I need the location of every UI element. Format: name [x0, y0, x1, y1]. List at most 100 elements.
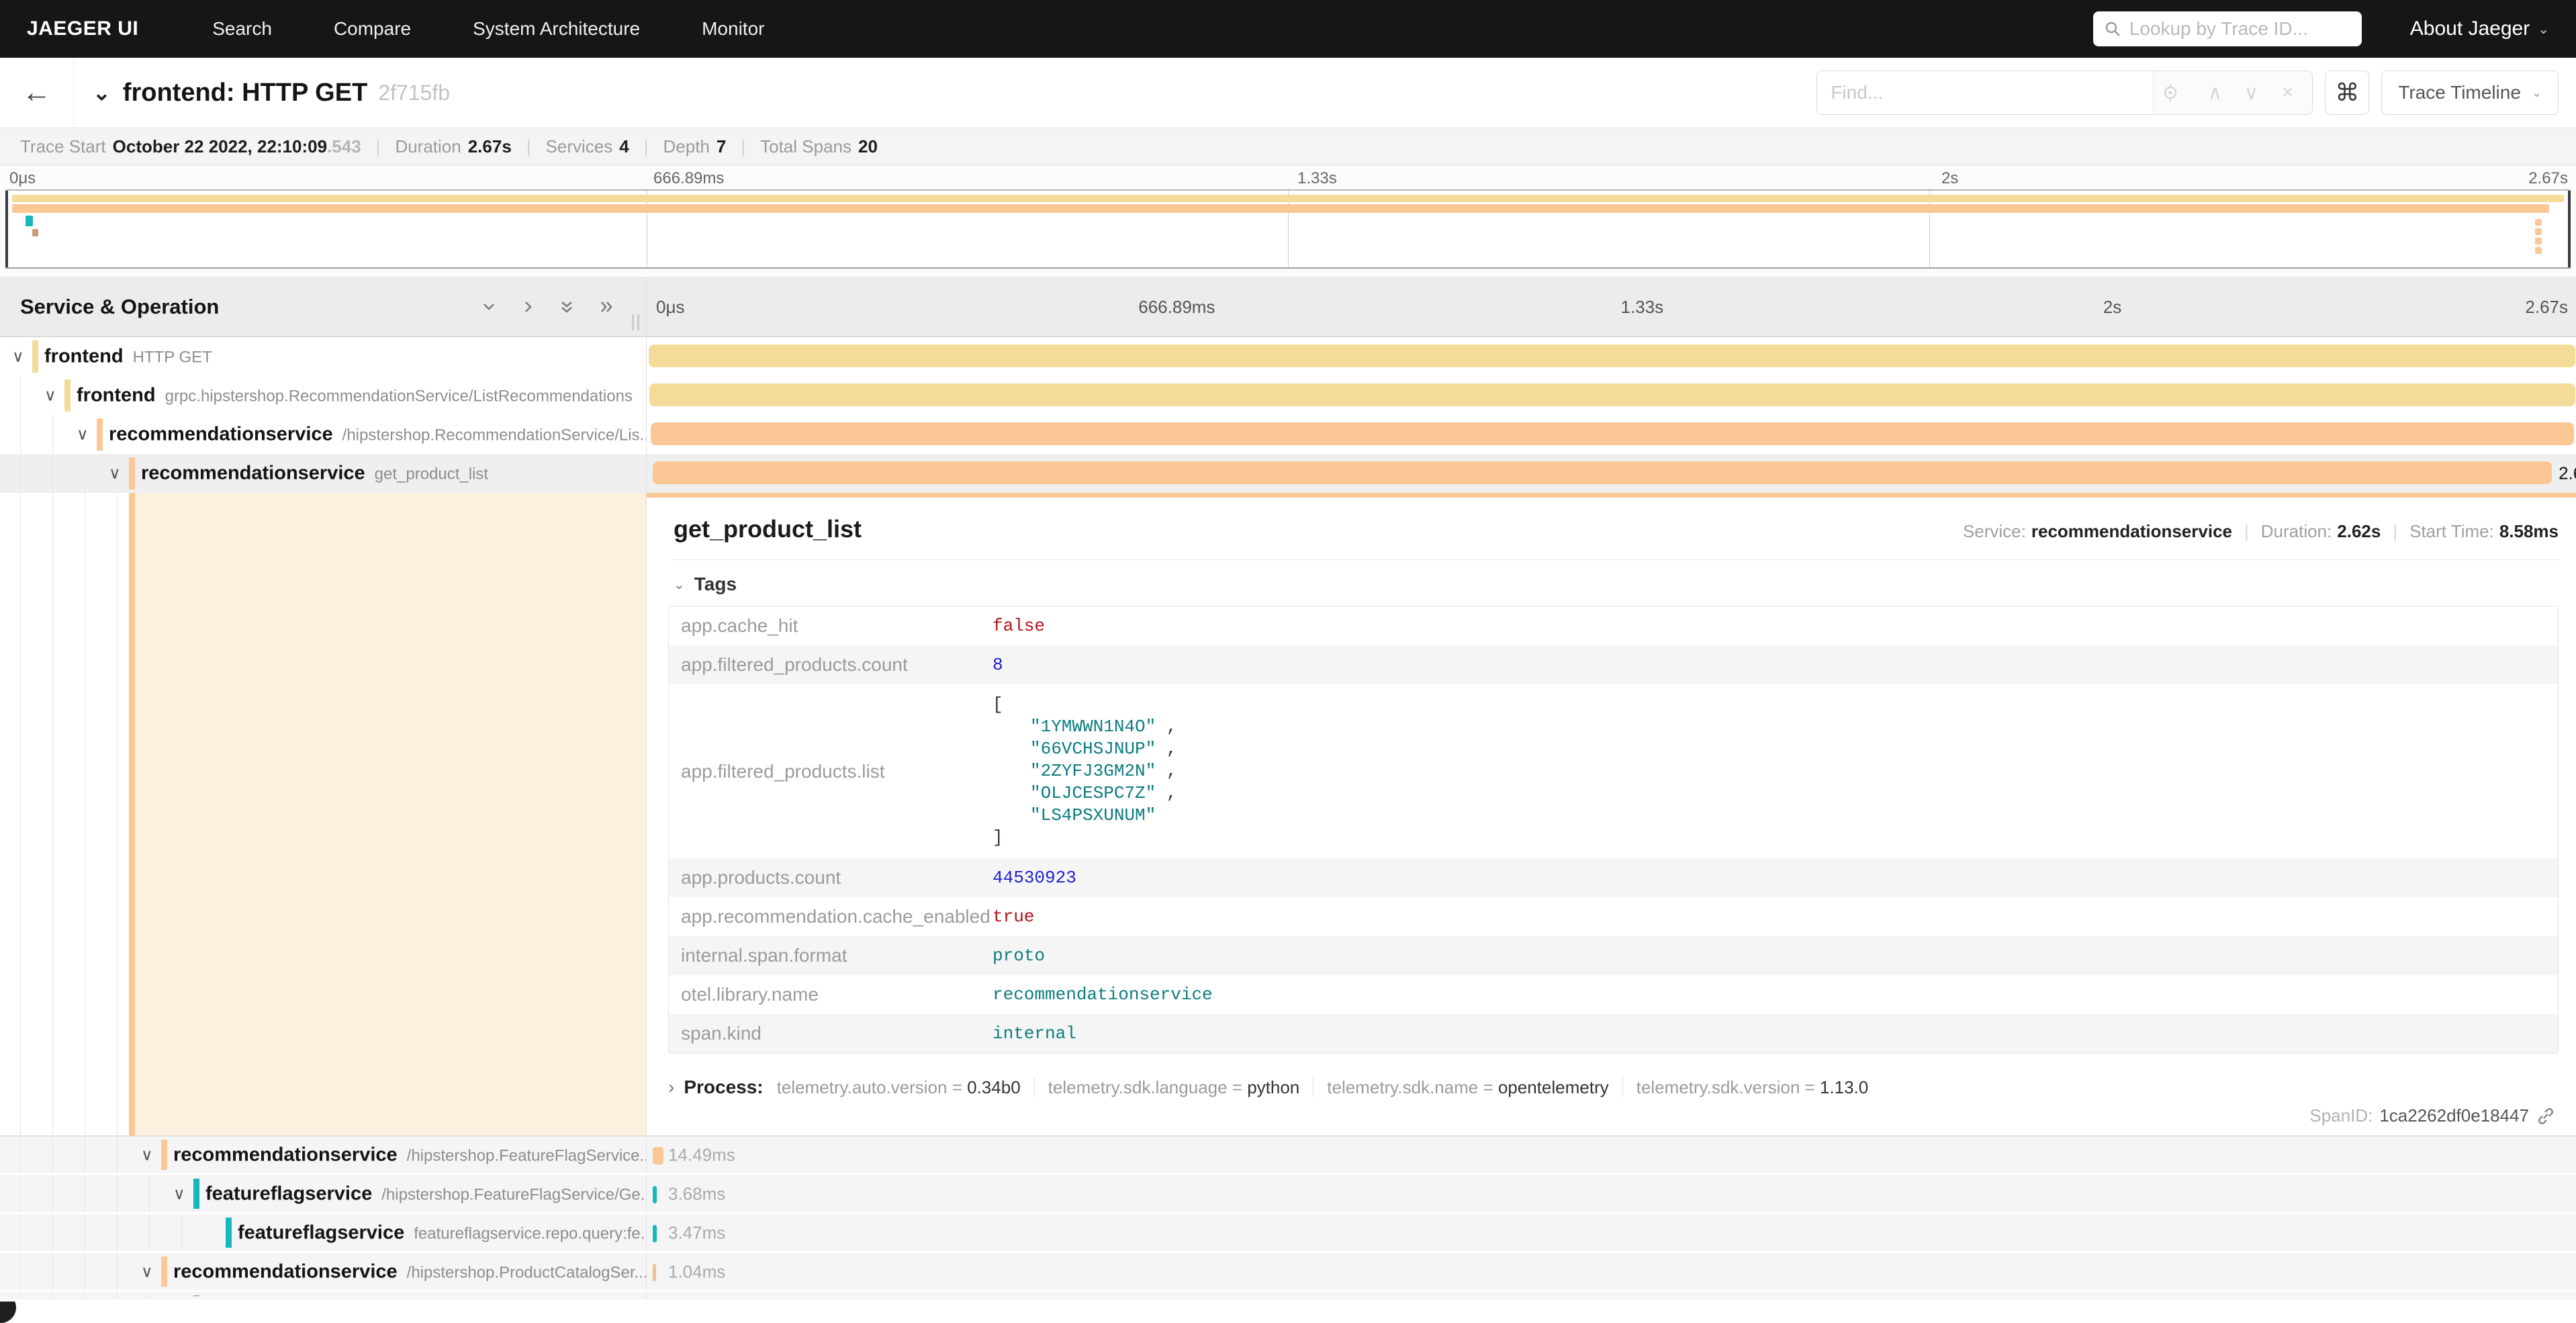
span-row-name-column[interactable] — [0, 1292, 647, 1299]
trace-view-select[interactable]: Trace Timeline ⌄ — [2381, 71, 2559, 115]
keyboard-shortcuts-button[interactable]: ⌘ — [2325, 71, 2369, 115]
minimap-canvas[interactable] — [5, 189, 2571, 269]
tag-row[interactable]: app.filtered_products.count8 — [669, 645, 2558, 684]
indent-guide — [52, 1253, 53, 1290]
nav-item-system-architecture[interactable]: System Architecture — [473, 18, 640, 40]
find-prev-icon[interactable]: ∧ — [2197, 81, 2233, 105]
service-color-bar — [97, 418, 103, 451]
span-row-timeline[interactable]: 3.68ms — [647, 1175, 2576, 1212]
trace-id-search[interactable] — [2093, 11, 2362, 46]
link-icon[interactable] — [2536, 1106, 2556, 1126]
span-row-label: featureflagservicefeatureflagservice.rep… — [238, 1222, 647, 1244]
span-row-name-column[interactable]: ∨frontendHTTP GET — [0, 337, 647, 376]
chevron-down-icon[interactable]: ∨ — [44, 386, 56, 406]
chevron-down-icon[interactable]: ∨ — [141, 1145, 153, 1165]
summary-label: Depth — [663, 136, 710, 157]
span-row-timeline[interactable] — [647, 415, 2576, 454]
minimap-span — [32, 229, 38, 236]
indent-guide — [117, 493, 118, 1136]
span-row[interactable] — [0, 1292, 2576, 1302]
chevron-down-icon[interactable]: ∨ — [12, 347, 24, 367]
process-row[interactable]: ›Process:telemetry.auto.version = 0.34b0… — [668, 1077, 2559, 1098]
chevron-down-icon[interactable]: ∨ — [141, 1262, 153, 1281]
span-row-timeline[interactable] — [647, 376, 2576, 415]
span-row-name-column[interactable]: ∨frontendgrpc.hipstershop.Recommendation… — [0, 376, 647, 415]
collapse-all-icon[interactable] — [557, 298, 576, 316]
span-row[interactable]: ∨recommendationservice/hipstershop.Produ… — [0, 1253, 2576, 1292]
collapse-trace-chevron-icon[interactable]: ⌄ — [93, 80, 111, 105]
span-row-name-column[interactable]: ∨recommendationservice/hipstershop.Recom… — [0, 415, 647, 454]
trace-id-search-input[interactable] — [2129, 18, 2351, 40]
indent-guide — [117, 1175, 118, 1212]
separator: | — [526, 136, 531, 157]
span-row-timeline[interactable] — [647, 1292, 2576, 1299]
chevron-down-icon: ⌄ — [2532, 86, 2542, 100]
tag-row[interactable]: app.recommendation.cache_enabledtrue — [669, 897, 2558, 936]
span-row-name-column[interactable]: featureflagservicefeatureflagservice.rep… — [0, 1214, 647, 1251]
meta-label: Start Time: — [2409, 521, 2494, 542]
tag-row[interactable]: otel.library.namerecommendationservice — [669, 975, 2558, 1014]
span-row-name-column[interactable]: ∨featureflagservice/hipstershop.FeatureF… — [0, 1175, 647, 1212]
back-button[interactable]: ← — [0, 58, 74, 128]
list-bracket: [ — [993, 694, 1177, 716]
span-row-timeline[interactable]: 1.04ms — [647, 1253, 2576, 1290]
find-clear-icon[interactable]: × — [2269, 81, 2305, 104]
span-row[interactable]: ∨frontendHTTP GET — [0, 337, 2576, 376]
span-bar[interactable] — [653, 1186, 657, 1203]
span-bar[interactable] — [653, 1225, 657, 1242]
nav-item-monitor[interactable]: Monitor — [702, 18, 764, 40]
find-input[interactable] — [1817, 71, 2153, 114]
detail-divider — [674, 559, 2559, 560]
minimap-span — [2535, 228, 2542, 235]
expand-one-icon[interactable] — [518, 298, 537, 316]
tags-table: app.cache_hitfalseapp.filtered_products.… — [668, 606, 2559, 1054]
find-next-icon[interactable]: ∨ — [2233, 81, 2269, 105]
tags-section-header[interactable]: ⌄ Tags — [647, 574, 2576, 595]
chevron-down-icon[interactable]: ∨ — [173, 1184, 185, 1203]
span-bar[interactable] — [653, 1147, 663, 1165]
span-row-timeline[interactable]: 2.62s — [647, 454, 2576, 493]
span-row-name-column[interactable]: ∨recommendationserviceget_product_list — [0, 454, 647, 493]
about-jaeger-menu[interactable]: About Jaeger ⌄ — [2410, 17, 2549, 40]
operation-name: /hipstershop.FeatureFlagService... — [407, 1146, 647, 1165]
span-detail-row: get_product_list Service:recommendations… — [0, 493, 2576, 1136]
span-operation-title: get_product_list — [674, 515, 862, 543]
span-bar[interactable] — [649, 345, 2575, 367]
nav-item-compare[interactable]: Compare — [334, 18, 411, 40]
span-row-timeline[interactable] — [647, 337, 2576, 376]
focus-icon[interactable] — [2160, 83, 2197, 103]
span-bar[interactable] — [653, 461, 2552, 484]
nav-item-search[interactable]: Search — [212, 18, 272, 40]
tag-row[interactable]: app.cache_hitfalse — [669, 606, 2558, 645]
span-row-label: recommendationservice/hipstershop.Featur… — [173, 1144, 647, 1166]
span-bar[interactable] — [653, 1264, 656, 1281]
timeline-minimap[interactable]: 0μs666.89ms1.33s2s2.67s — [0, 165, 2576, 277]
app-brand[interactable]: JAEGER UI — [27, 17, 138, 40]
tag-row[interactable]: app.filtered_products.list["1YMWWN1N4O" … — [669, 684, 2558, 858]
span-bar[interactable] — [651, 422, 2574, 445]
process-item: telemetry.sdk.language = python — [1048, 1077, 1300, 1098]
span-row-timeline[interactable]: 14.49ms — [647, 1136, 2576, 1173]
tag-row[interactable]: span.kindinternal — [669, 1014, 2558, 1053]
tag-row[interactable]: internal.span.formatproto — [669, 936, 2558, 975]
span-row[interactable]: ∨frontendgrpc.hipstershop.Recommendation… — [0, 376, 2576, 415]
span-duration-label: 3.68ms — [668, 1183, 725, 1204]
span-row-name-column[interactable]: ∨ recommendationservice/hipstershop.Featu… — [0, 1136, 647, 1173]
column-resize-handle[interactable] — [632, 314, 639, 330]
minimap-left-handle[interactable] — [5, 191, 8, 267]
expand-all-icon[interactable] — [596, 298, 615, 316]
collapse-one-icon[interactable] — [479, 298, 498, 316]
span-row[interactable]: ∨featureflagservice/hipstershop.FeatureF… — [0, 1175, 2576, 1214]
span-row-name-column[interactable]: ∨recommendationservice/hipstershop.Produ… — [0, 1253, 647, 1290]
minimap-right-handle[interactable] — [2568, 191, 2571, 267]
tag-row[interactable]: app.products.count44530923 — [669, 858, 2558, 897]
operation-name: get_product_list — [375, 465, 488, 484]
span-row[interactable]: ∨ recommendationservice/hipstershop.Featu… — [0, 1136, 2576, 1175]
span-bar[interactable] — [649, 383, 2575, 406]
span-row[interactable]: ∨recommendationservice/hipstershop.Recom… — [0, 415, 2576, 454]
chevron-down-icon[interactable]: ∨ — [77, 425, 89, 445]
span-row[interactable]: ∨recommendationserviceget_product_list2.… — [0, 454, 2576, 493]
span-row-timeline[interactable]: 3.47ms — [647, 1214, 2576, 1251]
span-row[interactable]: featureflagservicefeatureflagservice.rep… — [0, 1214, 2576, 1253]
chevron-down-icon[interactable]: ∨ — [109, 464, 121, 484]
